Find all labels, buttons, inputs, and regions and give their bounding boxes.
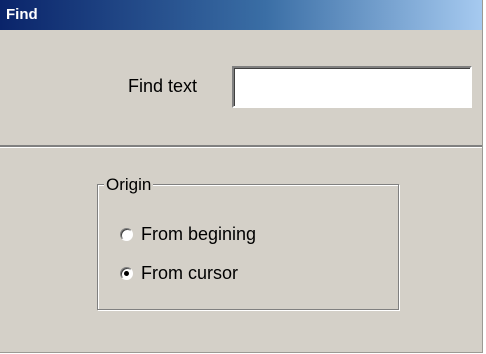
from-cursor-label[interactable]: From cursor [141,262,238,284]
find-dialog: Find Find text Origin From begining From… [0,0,483,353]
radio-selected-dot [124,270,129,276]
from-beginning-radio[interactable] [120,227,133,241]
origin-groupbox [97,184,399,310]
title-bar[interactable]: Find [0,0,482,30]
from-cursor-radio[interactable] [120,266,133,280]
find-text-input[interactable] [232,66,472,108]
find-text-label: Find text [128,76,198,96]
window-title: Find [6,6,38,23]
from-cursor-option[interactable]: From cursor [120,262,238,284]
from-beginning-option[interactable]: From begining [120,223,256,245]
from-beginning-label[interactable]: From begining [141,223,256,245]
origin-legend: Origin [104,175,154,195]
separator [0,145,482,148]
